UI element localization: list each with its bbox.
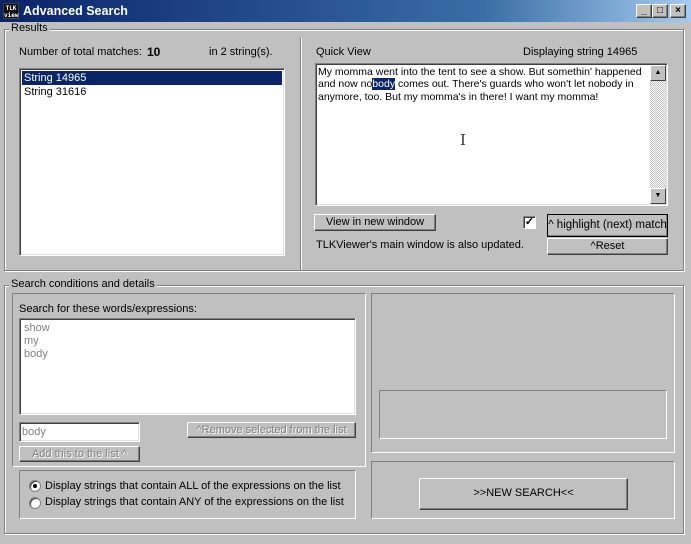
window-title: Advanced Search [23,4,128,18]
search-words-label: Search for these words/expressions: [19,303,197,315]
search-words-list[interactable]: show my body [19,318,356,415]
vertical-scrollbar[interactable]: ▲ ▼ [650,65,666,204]
list-item[interactable]: my [22,334,353,348]
matches-count: 10 [147,45,161,59]
highlight-next-match-button[interactable]: ^ highlight (next) match [547,214,668,237]
title-bar: TLK view Advanced Search _ □ × [0,0,691,22]
radio-all-expressions[interactable] [29,480,41,492]
maximize-icon: □ [656,5,664,16]
search-highlight: body [372,78,396,91]
radio-any-expressions[interactable] [29,497,41,509]
radio-any-label: Display strings that contain ANY of the … [45,496,344,508]
app-icon-line2: view [4,12,19,19]
search-conditions-legend: Search conditions and details [9,278,157,290]
strings-count-text: in 2 string(s). [209,46,273,58]
highlight-checkbox[interactable]: ✓ [523,216,536,229]
main-window-updated-status: TLKViewer's main window is also updated. [316,239,524,251]
app-icon: TLK view [3,3,19,19]
quick-view-text: My momma went into the tent to see a sho… [318,66,650,103]
minimize-icon: _ [641,5,647,16]
search-expression-input[interactable]: body [19,422,140,442]
matches-label: Number of total matches: [19,46,142,58]
close-icon: × [675,5,681,16]
new-search-button[interactable]: >>NEW SEARCH<< [419,478,628,510]
minimize-button[interactable]: _ [636,4,652,18]
radio-selected-dot-icon [33,484,37,488]
match-mode-panel [19,470,356,519]
list-item[interactable]: body [22,347,353,361]
close-button[interactable]: × [670,4,686,18]
details-inner-panel [379,390,667,439]
list-item[interactable]: show [22,321,353,335]
list-item[interactable]: String 14965 [22,71,282,85]
remove-selected-button[interactable]: ^Remove selected from the list [187,422,356,438]
list-item[interactable]: String 31616 [22,85,282,99]
radio-all-label: Display strings that contain ALL of the … [45,480,341,492]
results-legend: Results [9,22,50,34]
maximize-button[interactable]: □ [652,4,668,18]
view-in-new-window-button[interactable]: View in new window [314,214,436,231]
app-icon-line1: TLK [5,5,17,12]
reset-button[interactable]: ^Reset [547,238,668,255]
quick-view-textbox[interactable]: My momma went into the tent to see a sho… [315,63,668,206]
results-divider [300,38,302,270]
scroll-up-arrow-icon[interactable]: ▲ [650,65,666,81]
displaying-string-label: Displaying string 14965 [523,46,638,58]
add-to-list-button[interactable]: Add this to the list ^ [19,446,140,462]
scroll-down-arrow-icon[interactable]: ▼ [650,188,666,204]
results-list[interactable]: String 14965 String 31616 [19,68,285,256]
text-cursor-icon: I [460,131,466,149]
quick-view-label: Quick View [316,46,371,58]
